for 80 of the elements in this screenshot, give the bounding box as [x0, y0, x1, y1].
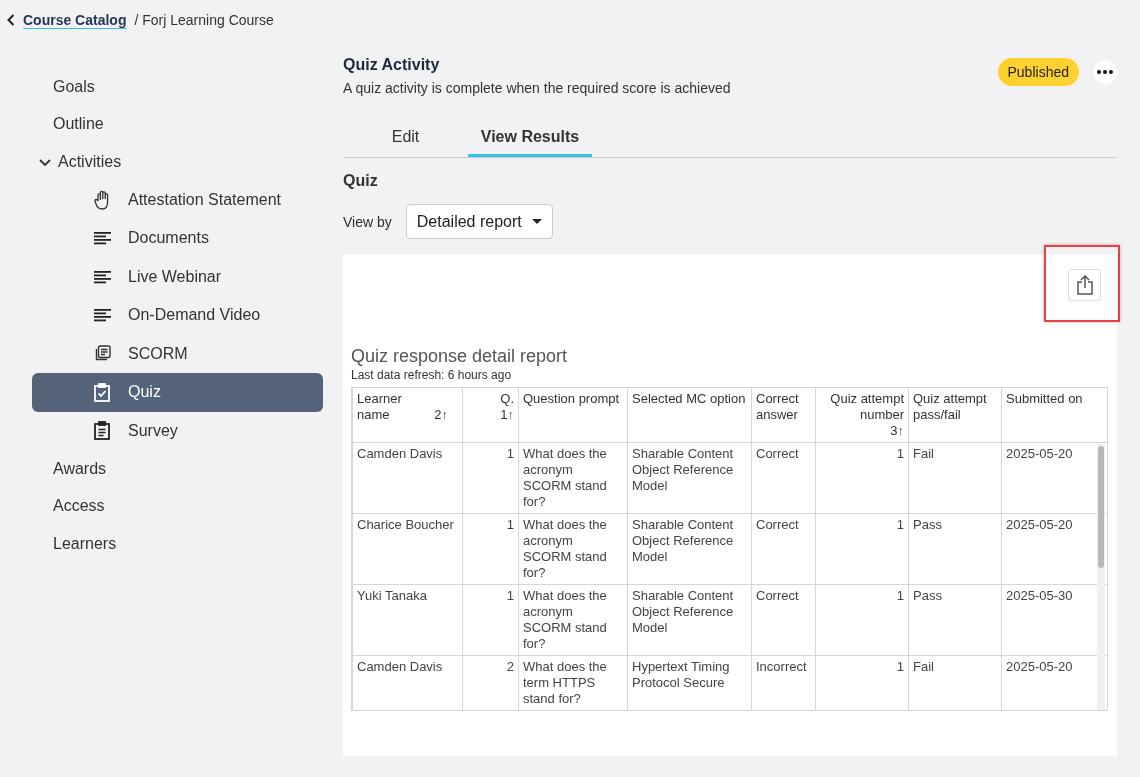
table-cell: Charice Boucher — [352, 513, 463, 585]
table-cell: 1 — [815, 584, 909, 656]
sidebar-item[interactable]: Goals — [32, 68, 323, 106]
column-header[interactable]: Q. 1↑ — [462, 387, 519, 443]
column-label: Question prompt — [523, 391, 620, 406]
report-refresh-note: Last data refresh: 6 hours ago — [351, 368, 513, 382]
table-cell: 1 — [815, 513, 909, 585]
stacked-pages-icon — [94, 345, 111, 363]
table-cell: Camden Davis — [352, 442, 463, 514]
table-cell: Correct — [751, 513, 816, 585]
more-icon — [1097, 70, 1113, 74]
scrollbar-thumb[interactable] — [1098, 446, 1104, 568]
column-header[interactable]: Submitted on — [1001, 387, 1107, 443]
activity-title: Quiz Activity — [343, 56, 441, 74]
column-label: Q. — [499, 391, 514, 407]
section-title: Quiz — [343, 172, 379, 190]
export-button[interactable] — [1068, 269, 1101, 301]
column-header[interactable]: Quiz attempt pass/fail — [908, 387, 1002, 443]
status-badge: Published — [997, 58, 1079, 86]
table-cell: Sharable Content Object Reference Model — [627, 513, 752, 585]
breadcrumb-link[interactable]: Course Catalog — [23, 12, 127, 28]
table-cell: What does the acronym SCORM stand for? — [518, 584, 628, 656]
text-lines-icon — [94, 231, 111, 246]
column-label: Quiz attempt number — [829, 391, 904, 423]
table-cell: Sharable Content Object Reference Model — [627, 442, 752, 514]
sort-indicator[interactable]: 2↑ — [434, 407, 448, 423]
table-cell: 1 — [462, 442, 519, 514]
report-title: Quiz response detail report — [351, 346, 569, 367]
sidebar-item[interactable]: Activities — [32, 143, 323, 181]
scrollbar-track[interactable] — [1097, 444, 1105, 710]
table-cell: 1 — [462, 513, 519, 585]
table-cell: Yuki Tanaka — [352, 584, 463, 656]
more-options-button[interactable] — [1093, 60, 1117, 84]
table-cell: 1 — [815, 442, 909, 514]
column-label: Selected MC option — [632, 391, 746, 406]
table-cell: Sharable Content Object Reference Model — [627, 584, 752, 656]
view-by-label: View by — [343, 213, 392, 230]
column-label: Quiz attempt pass/fail — [913, 391, 987, 422]
view-by-dropdown[interactable]: Detailed report — [405, 204, 553, 239]
column-header[interactable]: Quiz attempt number 3↑ — [815, 387, 909, 443]
activity-description: A quiz activity is complete when the required score is achieved — [343, 80, 731, 96]
clipboard-check-icon — [94, 382, 110, 402]
column-label: Learner name — [357, 391, 403, 423]
table-cell: Pass — [908, 513, 1002, 585]
sort-indicator[interactable]: 3↑ — [890, 423, 904, 439]
column-header[interactable]: Correct answer — [751, 387, 816, 443]
sidebar-item[interactable]: SCORM — [32, 334, 323, 373]
sidebar-item[interactable]: Awards — [32, 450, 323, 488]
sidebar-item[interactable]: Documents — [32, 219, 323, 258]
sidebar-item[interactable]: Survey — [32, 411, 323, 450]
text-lines-icon — [94, 308, 111, 323]
column-label: Submitted on — [1006, 391, 1083, 406]
column-header[interactable]: Question prompt — [518, 387, 628, 443]
text-lines-icon — [94, 269, 111, 284]
chevron-left-icon[interactable] — [7, 14, 15, 26]
sidebar-item[interactable]: Learners — [32, 525, 323, 563]
sidebar-item[interactable]: Attestation Statement — [32, 180, 323, 219]
table-cell: Pass — [908, 584, 1002, 656]
tab[interactable]: View Results — [468, 120, 592, 157]
sidebar-item[interactable]: On-Demand Video — [32, 296, 323, 335]
breadcrumb-current: / Forj Learning Course — [134, 12, 274, 28]
table-cell: Fail — [908, 442, 1002, 514]
sort-indicator[interactable]: 1↑ — [500, 407, 514, 423]
sidebar-item[interactable]: Live Webinar — [32, 257, 323, 296]
tab[interactable]: Edit — [343, 120, 468, 157]
column-header[interactable]: Learner name 2↑ — [352, 387, 463, 443]
table-cell: Correct — [751, 584, 816, 656]
table-cell: What does the acronym SCORM stand for? — [518, 442, 628, 514]
table-cell: 1 — [462, 584, 519, 656]
caret-icon — [531, 219, 542, 224]
column-label: Correct answer — [756, 391, 799, 422]
table-cell: Correct — [751, 442, 816, 514]
sidebar-item[interactable]: Quiz — [32, 373, 323, 412]
sidebar-item[interactable]: Access — [32, 487, 323, 525]
table-cell: What does the acronym SCORM stand for? — [518, 513, 628, 585]
sidebar-item[interactable]: Outline — [32, 105, 323, 143]
column-header[interactable]: Selected MC option — [627, 387, 752, 443]
table-cell: Camden Davis — [352, 655, 463, 710]
share-icon — [1075, 275, 1094, 295]
clipboard-icon — [94, 421, 110, 441]
